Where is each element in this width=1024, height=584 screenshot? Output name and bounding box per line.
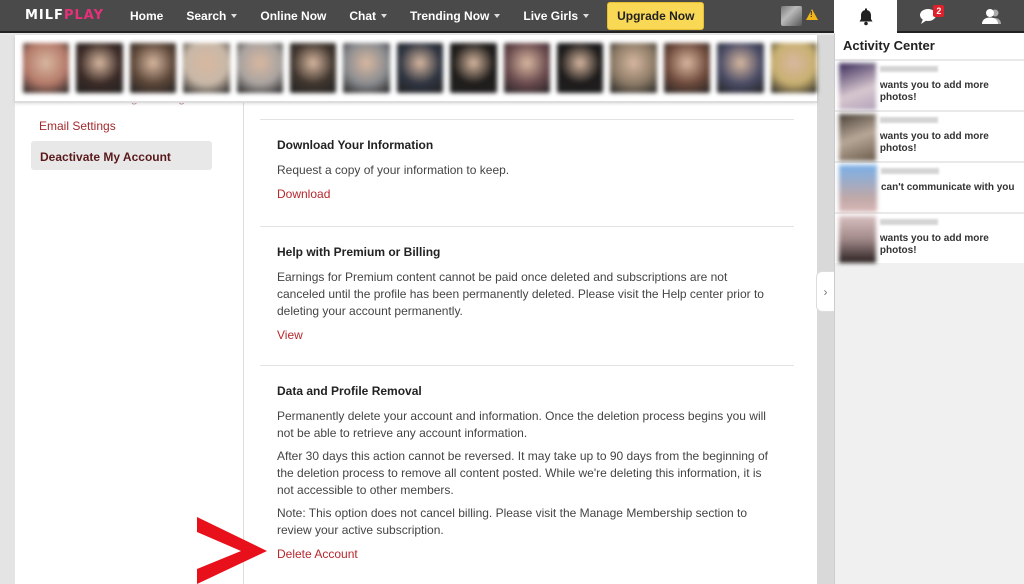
section-text: Note: This option does not cancel billin… — [277, 506, 748, 537]
section-download-information: Download Your Information Request a copy… — [260, 119, 794, 203]
nav-chat[interactable]: Chat — [349, 8, 388, 23]
nav-label: Chat — [349, 8, 377, 23]
nav-label: Search — [186, 8, 227, 23]
member-photo-thumbnail[interactable] — [236, 43, 284, 93]
member-photo-thumbnail[interactable] — [290, 43, 337, 93]
activity-username-redacted — [879, 117, 938, 123]
drawer-toggle[interactable]: › — [816, 271, 834, 312]
nav-label: Home — [130, 8, 164, 23]
section-title: Help with Premium or Billing — [277, 245, 441, 259]
settings-sidebar: Advanced Message Settings Email Settings… — [15, 91, 244, 584]
logo-text-part1: MILF — [25, 8, 64, 23]
section-premium-billing: Help with Premium or Billing Earnings fo… — [260, 226, 794, 344]
activity-center-title: Activity Center — [835, 33, 1024, 59]
sidebar-item-email-settings[interactable]: Email Settings — [39, 119, 116, 133]
nav-label: Trending Now — [410, 8, 490, 23]
nav-online-now[interactable]: Online Now — [260, 9, 326, 23]
logo-text-part2: PLAY — [63, 8, 104, 23]
nav-search[interactable]: Search — [186, 8, 238, 23]
caret-down-icon — [494, 14, 501, 19]
tab-notifications[interactable] — [834, 0, 898, 33]
activity-item[interactable]: wants you to add more photos! — [835, 212, 1024, 263]
member-photo-thumbnail[interactable] — [503, 43, 551, 93]
activity-username-redacted — [879, 66, 938, 72]
activity-avatar — [839, 63, 876, 110]
activity-list: wants you to add more photos! wants you … — [835, 59, 1024, 263]
activity-item[interactable]: wants you to add more photos! — [835, 59, 1024, 110]
section-text: After 30 days this action cannot be reve… — [277, 449, 768, 497]
member-photo-thumbnail[interactable] — [717, 43, 764, 93]
tab-friends[interactable] — [960, 0, 1024, 33]
member-photo-thumbnail[interactable] — [770, 43, 818, 93]
activity-avatar — [839, 216, 876, 263]
member-photo-thumbnail[interactable] — [663, 43, 711, 93]
section-data-profile-removal: Data and Profile Removal Permanently del… — [260, 365, 794, 563]
users-icon — [982, 8, 1002, 24]
nav-trending-now[interactable]: Trending Now — [410, 8, 501, 23]
nav-label: Live Girls — [523, 8, 579, 23]
activity-text: wants you to add more photos! — [879, 131, 989, 154]
chevron-right-icon: › — [823, 284, 828, 299]
activity-text: wants you to add more photos! — [879, 80, 989, 103]
tab-messages[interactable]: 2 — [897, 0, 961, 33]
activity-text: can't communicate with you — [881, 182, 1015, 193]
upgrade-now-button[interactable]: Upgrade Now — [607, 1, 705, 30]
activity-tabs: 2 — [834, 0, 1024, 33]
delete-account-link[interactable]: Delete Account — [277, 547, 358, 561]
user-avatar[interactable] — [781, 6, 802, 26]
section-title: Download Your Information — [277, 138, 434, 152]
view-link[interactable]: View — [277, 328, 303, 342]
site-logo[interactable]: MILFPLAY — [25, 8, 130, 23]
member-photo-thumbnail[interactable] — [610, 43, 657, 93]
download-link[interactable]: Download — [277, 187, 330, 201]
nav-home[interactable]: Home — [130, 9, 163, 23]
activity-center-panel: Activity Center wants you to add more ph… — [834, 33, 1024, 584]
messages-badge: 2 — [933, 5, 945, 17]
activity-username-redacted — [879, 219, 938, 225]
member-photo-thumbnail[interactable] — [450, 43, 497, 93]
caret-down-icon — [381, 14, 388, 19]
activity-username-redacted — [881, 168, 939, 174]
member-photo-thumbnail[interactable] — [129, 43, 177, 93]
section-text: Permanently delete your account and info… — [277, 409, 766, 440]
activity-avatar — [839, 114, 876, 161]
activity-item[interactable]: can't communicate with you — [835, 161, 1024, 212]
caret-down-icon — [583, 14, 590, 19]
section-text: Earnings for Premium content cannot be p… — [277, 270, 764, 318]
activity-avatar — [839, 165, 877, 212]
caret-down-icon — [231, 14, 238, 19]
member-photo-thumbnail[interactable] — [23, 43, 70, 93]
nav-label: Online Now — [260, 8, 327, 23]
member-photo-thumbnail[interactable] — [343, 43, 390, 93]
sidebar-item-deactivate-account[interactable]: Deactivate My Account — [31, 141, 212, 170]
page-margin — [0, 35, 15, 584]
activity-item[interactable]: wants you to add more photos! — [835, 110, 1024, 161]
member-photo-strip — [15, 35, 818, 103]
warning-icon[interactable] — [806, 9, 818, 20]
nav-live-girls[interactable]: Live Girls — [523, 8, 590, 23]
top-navigation-bar: MILFPLAY Home Search Online Now Chat Tre… — [0, 0, 834, 33]
annotation-arrow-icon — [197, 517, 267, 584]
activity-text: wants you to add more photos! — [879, 233, 989, 256]
section-text: Request a copy of your information to ke… — [277, 163, 510, 177]
bell-icon — [859, 8, 873, 25]
member-photo-thumbnail[interactable] — [396, 43, 444, 93]
member-photo-thumbnail[interactable] — [557, 43, 604, 93]
section-title: Data and Profile Removal — [277, 384, 422, 398]
member-photo-thumbnail[interactable] — [183, 43, 230, 93]
member-photo-thumbnail[interactable] — [76, 43, 123, 93]
